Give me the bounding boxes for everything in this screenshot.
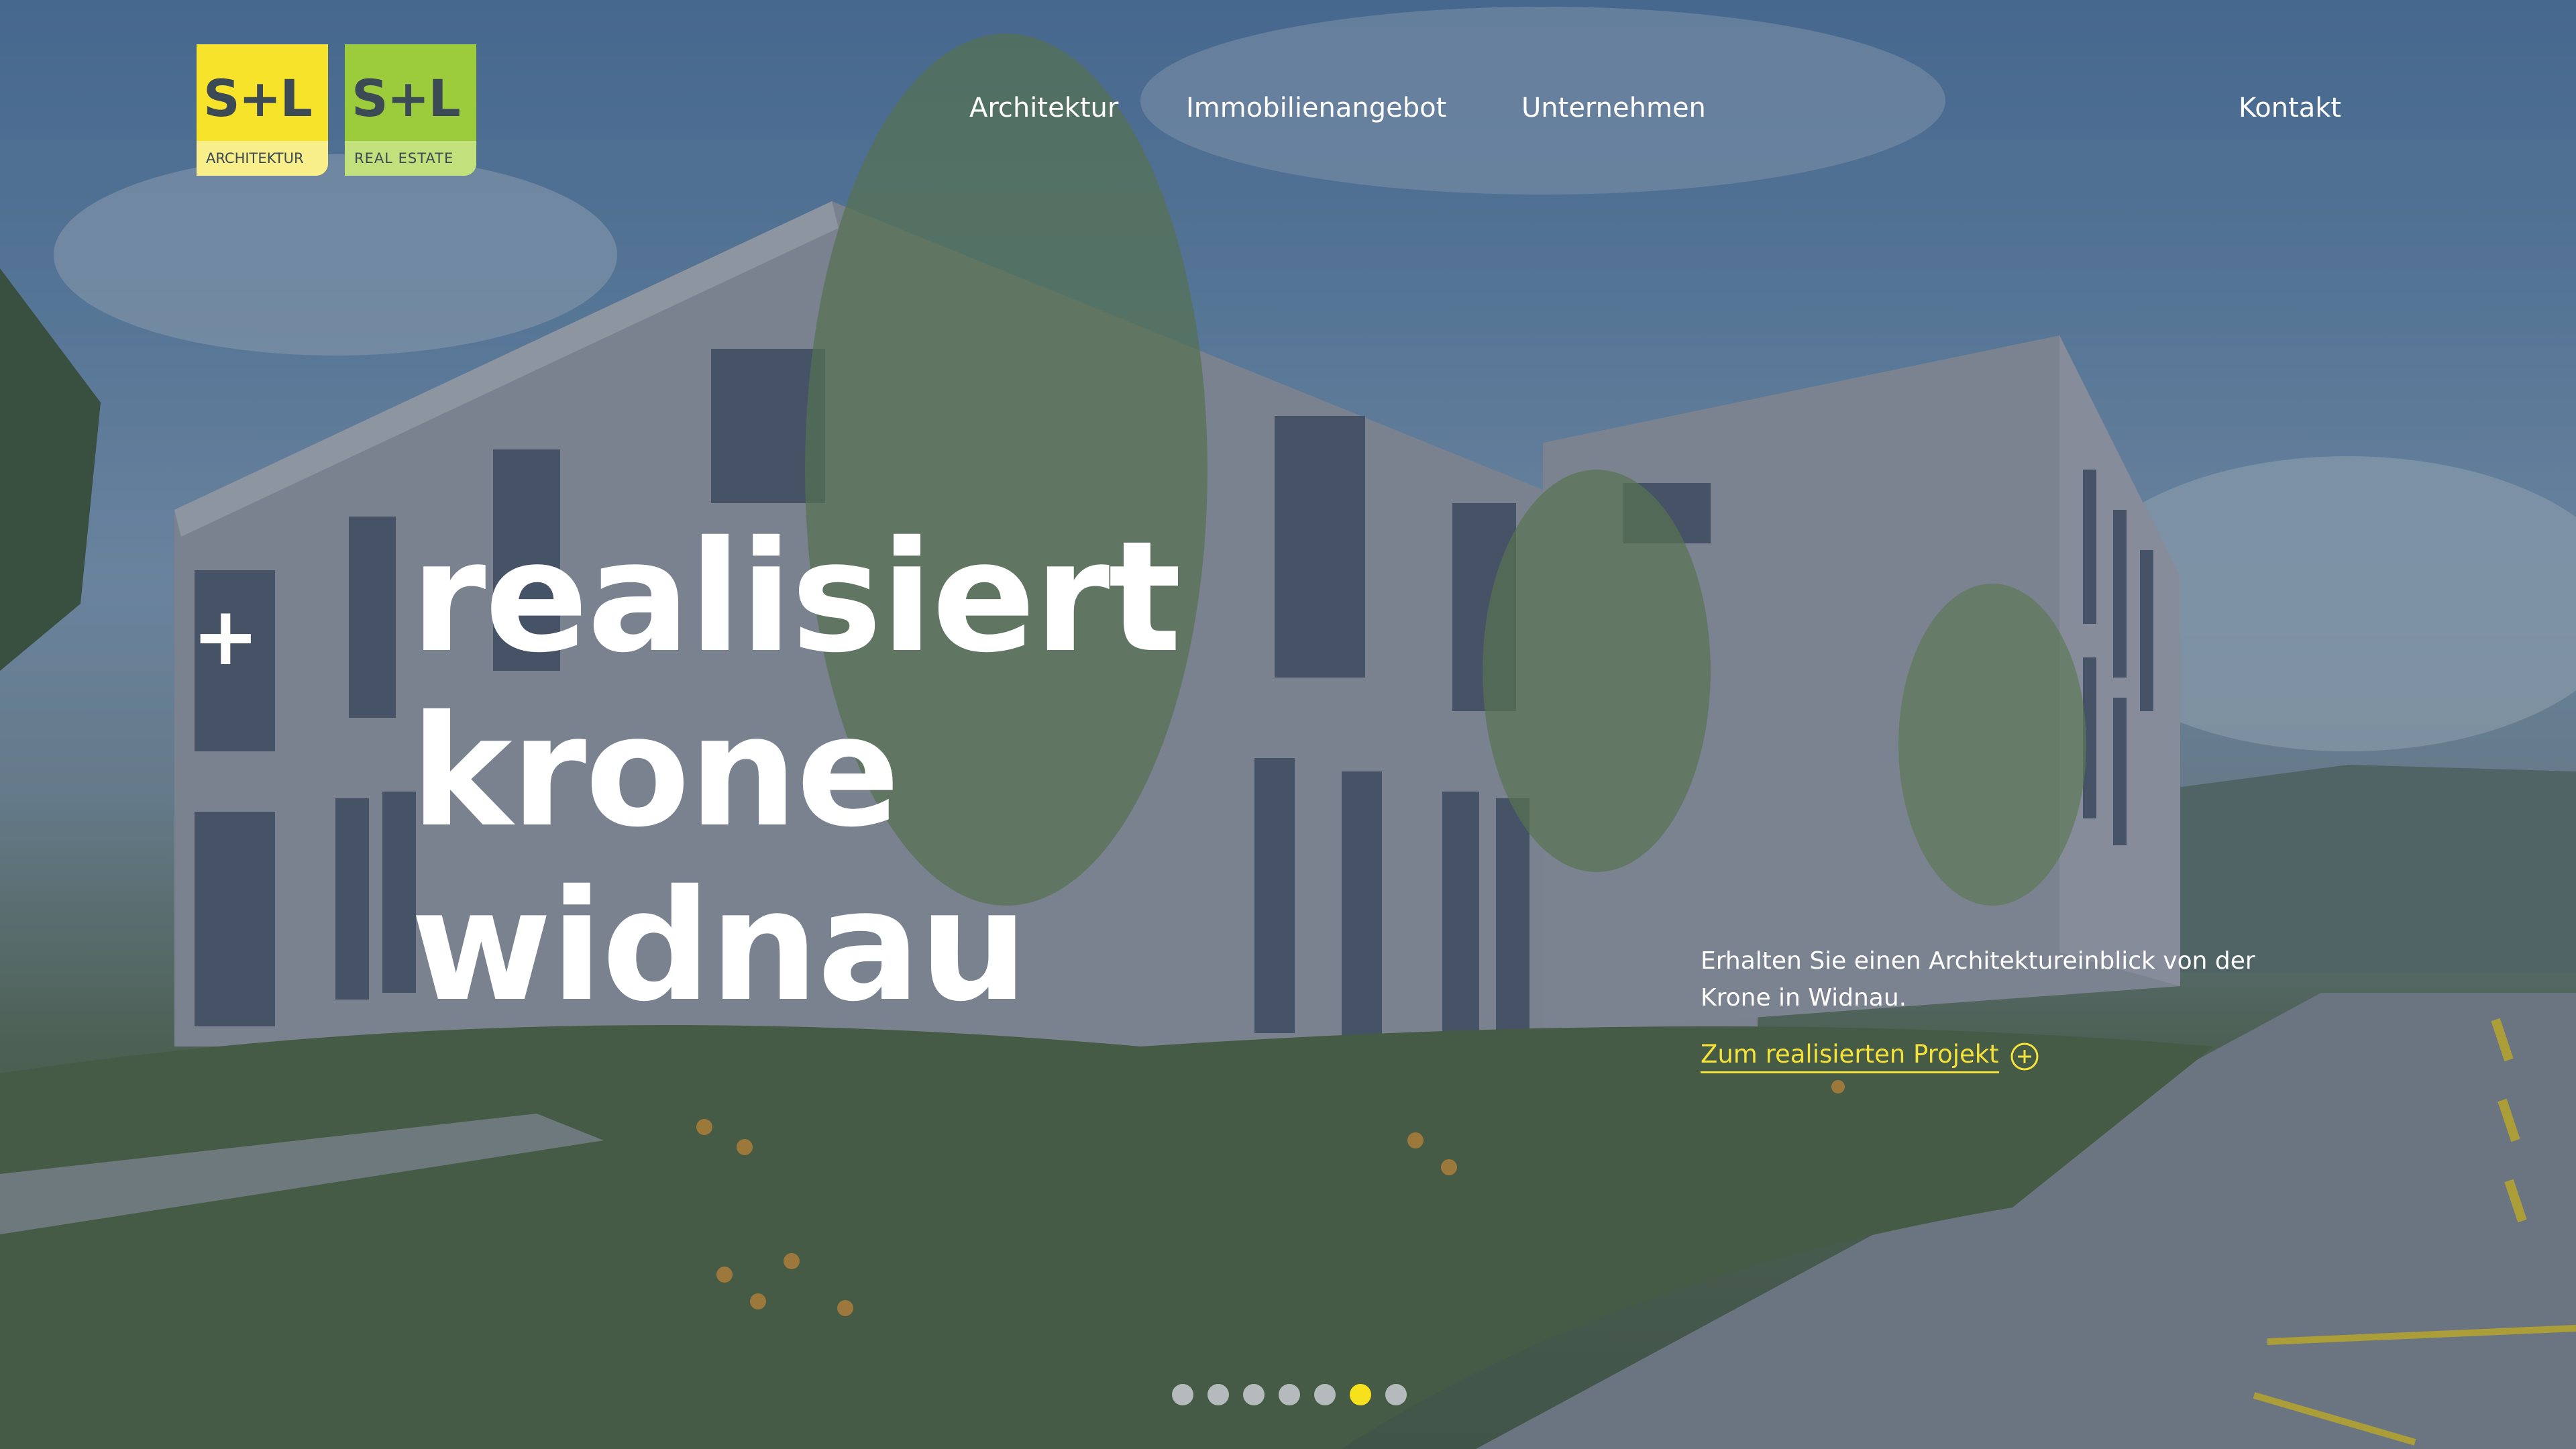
image-overlay xyxy=(0,0,2576,1449)
logo-real-estate[interactable]: S+L REAL ESTATE xyxy=(345,44,476,176)
hero-headline: realisiert krone widnau xyxy=(411,508,1181,1035)
slider-dot[interactable] xyxy=(1208,1384,1229,1405)
slider-dot[interactable] xyxy=(1350,1384,1371,1405)
plus-circle-icon xyxy=(2010,1042,2039,1071)
slider-dot[interactable] xyxy=(1385,1384,1407,1405)
headline-line-3: widnau xyxy=(411,857,1028,1035)
nav-unternehmen[interactable]: Unternehmen xyxy=(1521,93,1706,123)
slider-dot[interactable] xyxy=(1172,1384,1193,1405)
slider-dots xyxy=(1172,1384,1407,1405)
slider-dot[interactable] xyxy=(1243,1384,1265,1405)
headline-line-1: realisiert xyxy=(411,508,1181,686)
logo-architektur-sub: ARCHITEKTUR xyxy=(197,141,328,176)
plus-icon: + xyxy=(192,590,260,684)
nav-kontakt[interactable]: Kontakt xyxy=(2239,93,2341,123)
project-link[interactable]: Zum realisierten Projekt xyxy=(1701,1040,2039,1073)
nav-immobilienangebot[interactable]: Immobilienangebot xyxy=(1186,93,1446,123)
slider-dot[interactable] xyxy=(1314,1384,1336,1405)
logo-architektur-mark: S+L xyxy=(203,68,313,128)
project-link-label: Zum realisierten Projekt xyxy=(1701,1040,1999,1073)
headline-line-2: krone xyxy=(411,682,900,861)
logo-real-estate-sub: REAL ESTATE xyxy=(345,141,476,176)
logo-real-estate-mark: S+L xyxy=(352,68,461,128)
hero-background-image xyxy=(0,0,2576,1449)
hero-description: Erhalten Sie einen Architektureinblick v… xyxy=(1701,947,2255,1012)
slider-dot[interactable] xyxy=(1279,1384,1300,1405)
logo-architektur[interactable]: S+L ARCHITEKTUR xyxy=(197,44,328,176)
nav-architektur[interactable]: Architektur xyxy=(969,93,1118,123)
